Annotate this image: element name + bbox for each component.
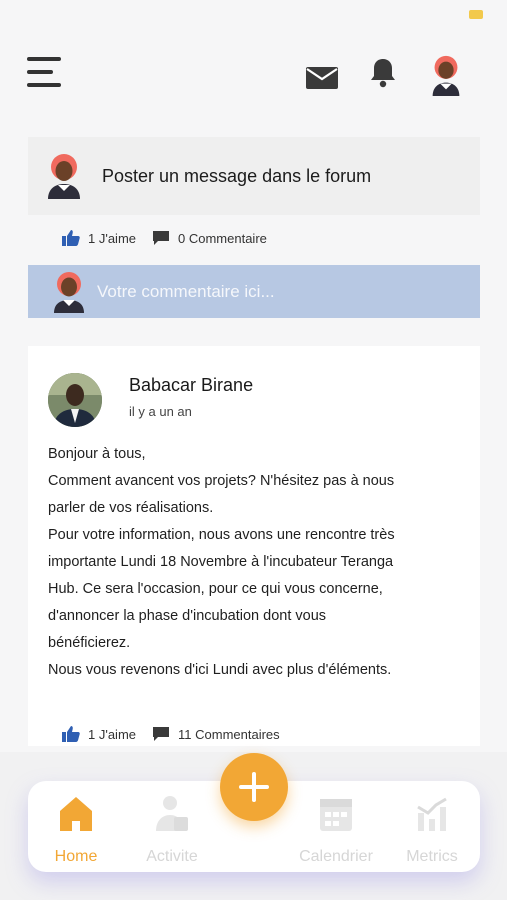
nav-metrics-label: Metrics [406,848,458,865]
forum-post: Babacar Birane il y a un an Bonjour à to… [28,346,480,746]
menu-icon[interactable] [27,55,63,89]
post-line: Nous vous revenons d'ici Lundi avec plus… [48,662,392,678]
nav-home[interactable]: Home [48,795,104,865]
thumbs-up-icon[interactable] [62,230,80,246]
comment-input[interactable]: Votre commentaire ici... [28,265,480,318]
calendar-icon [320,799,352,831]
home-icon [60,797,92,831]
post-author[interactable]: Babacar Birane [129,375,253,396]
post-line: Pour votre information, nous avons une r… [48,527,395,543]
nav-metrics[interactable]: Metrics [398,795,466,865]
comment-placeholder: Votre commentaire ici... [97,282,275,301]
comment-icon[interactable] [152,230,170,246]
post-line: bénéficierez. [48,635,131,651]
metrics-icon [417,797,447,831]
post-time: il y a un an [129,404,192,419]
avatar [48,154,80,199]
comment-icon[interactable] [152,726,170,742]
likes-count[interactable]: 1 J'aime [88,727,136,742]
post-line: Comment avancent vos projets? N'hésitez … [48,473,395,489]
avatar [54,272,84,313]
thumbs-up-icon[interactable] [62,726,80,742]
compose-prompt: Poster un message dans le forum [102,166,372,186]
nav-activity-label: Activite [146,848,198,865]
comments-count[interactable]: 11 Commentaires [178,727,280,742]
post-line: Hub. Ce sera l'occasion, pour ce qui vou… [48,581,383,597]
mail-icon[interactable] [305,62,339,96]
post-stats: 1 J'aime 11 Commentaires [62,724,280,744]
post-stats: 1 J'aime 0 Commentaire [62,228,267,248]
nav-calendar-label: Calendrier [299,848,373,865]
compose-message-button[interactable]: Poster un message dans le forum [28,137,480,215]
battery-icon [469,10,483,19]
post-line: Bonjour à tous, [48,446,146,462]
author-avatar[interactable] [48,373,102,427]
avatar[interactable] [428,54,464,96]
nav-calendar[interactable]: Calendrier [294,795,378,865]
bell-icon[interactable] [366,56,400,90]
post-body: Bonjour à tous, Comment avancent vos pro… [48,441,468,684]
post-line: importante Lundi 18 Novembre à l'incubat… [48,554,394,570]
nav-home-label: Home [54,848,98,865]
add-post-button[interactable] [220,753,288,821]
nav-activity[interactable]: Activite [140,795,204,865]
likes-count[interactable]: 1 J'aime [88,231,136,246]
comments-count[interactable]: 0 Commentaire [178,231,267,246]
status-bar [0,0,507,30]
activity-icon [156,796,188,831]
post-line: d'annoncer la phase d'incubation dont vo… [48,608,327,624]
post-line: parler de vos réalisations. [48,500,214,516]
top-bar [0,50,507,100]
